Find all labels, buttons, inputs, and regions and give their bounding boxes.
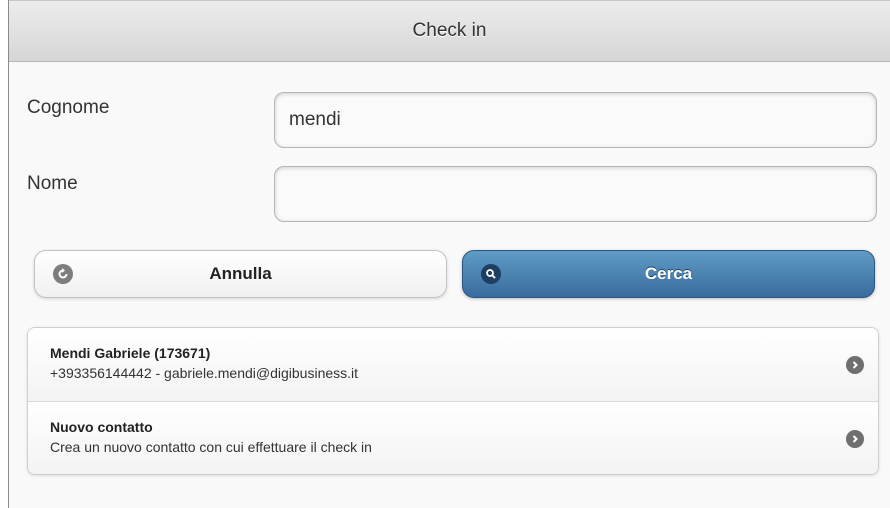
list-item-contact[interactable]: Mendi Gabriele (173671) +393356144442 - … [28,328,878,401]
checkin-page: Check in Cognome Nome Annulla Cerca Mend… [8,0,890,508]
results-list: Mendi Gabriele (173671) +393356144442 - … [27,327,879,475]
search-button-label: Cerca [644,264,693,283]
chevron-right-icon [846,430,864,448]
header-bar: Check in [9,0,890,62]
back-arrow-icon [53,264,73,284]
new-contact-description: Crea un nuovo contatto con cui effettuar… [50,439,372,455]
cognome-label: Cognome [27,97,110,118]
chevron-right-icon [846,356,864,374]
search-button[interactable]: Cerca [462,250,875,298]
cancel-button-label: Annulla [209,264,272,283]
list-item-new-contact[interactable]: Nuovo contatto Crea un nuovo contatto co… [28,401,878,474]
contact-name: Mendi Gabriele (173671) [50,345,211,361]
contact-details: +393356144442 - gabriele.mendi@digibusin… [50,365,359,381]
cognome-input[interactable] [274,92,877,148]
new-contact-title: Nuovo contatto [50,419,153,435]
search-icon [481,264,501,284]
nome-input[interactable] [274,166,877,222]
cancel-button[interactable]: Annulla [34,250,447,298]
page-title: Check in [412,20,487,41]
nome-label: Nome [27,173,78,194]
